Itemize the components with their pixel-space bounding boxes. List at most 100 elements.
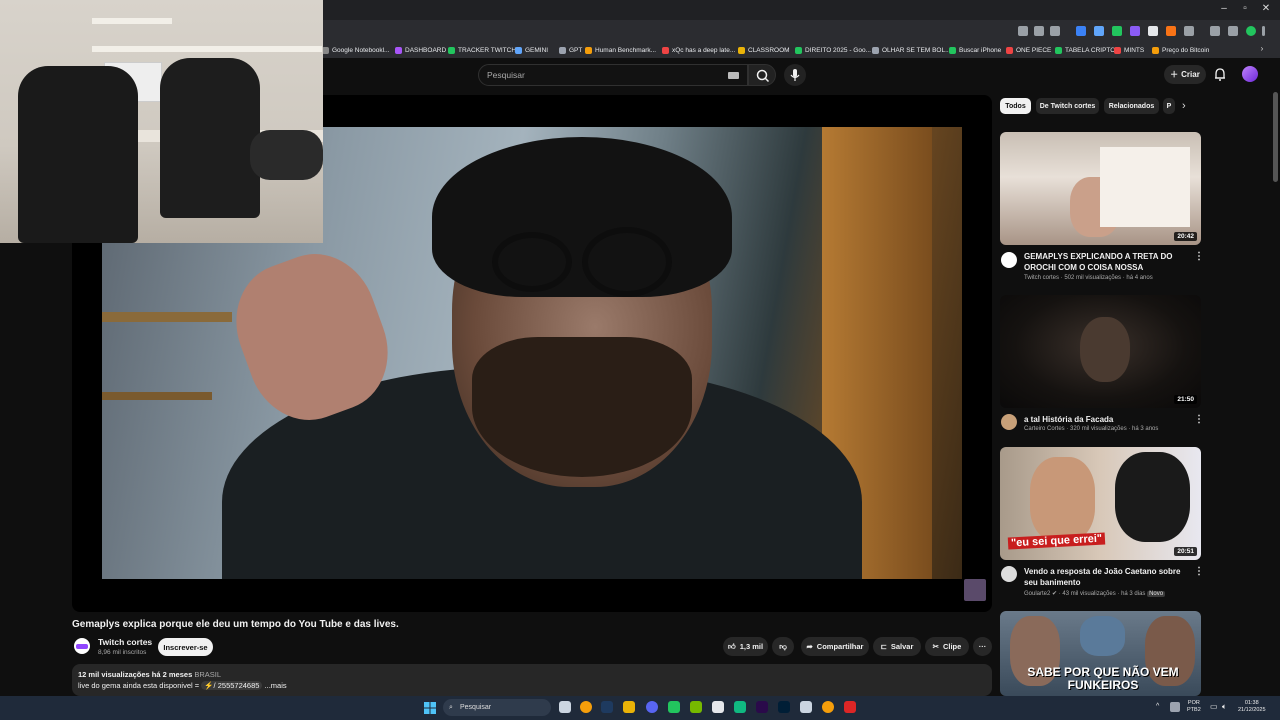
extension-icon[interactable] (1112, 26, 1122, 36)
bookmark-item[interactable]: TRACKER TWITCH (448, 44, 516, 56)
search-button[interactable] (748, 64, 776, 86)
bookmark-item[interactable]: ONE PIECE (1006, 44, 1051, 56)
related-channel-avatar[interactable] (1001, 252, 1017, 268)
thumbnail-caption: SABE POR QUE NÃO VEM FUNKEIROS (1027, 665, 1179, 692)
tray-chevron-icon[interactable]: ^ (1156, 703, 1159, 710)
more-vert-icon[interactable]: ⋮ (1194, 251, 1204, 262)
bookmark-item[interactable]: Preço do Bitcoin (1152, 44, 1209, 56)
related-title[interactable]: a tal História da Facada (1024, 414, 1189, 425)
description-link[interactable]: ⚡/ 2555724685 (201, 681, 263, 690)
premiere-icon[interactable] (756, 701, 768, 713)
more-vert-icon[interactable]: ⋮ (1194, 566, 1204, 577)
related-title[interactable]: GEMAPLYS EXPLICANDO A TRETA DO OROCHI CO… (1024, 251, 1189, 273)
taskbar-search[interactable]: ⌕ Pesquisar (443, 699, 551, 716)
minimize-icon[interactable]: – (1214, 3, 1234, 14)
bookmark-item[interactable]: GEMINI (515, 44, 548, 56)
related-thumbnail[interactable]: "eu sei que errei" 20:51 (1000, 447, 1201, 560)
extension-icon[interactable] (1148, 26, 1158, 36)
eye-off-icon[interactable] (1034, 26, 1044, 36)
search-input[interactable]: Pesquisar (478, 64, 748, 86)
extension-icon[interactable] (1130, 26, 1140, 36)
create-button[interactable]: ＋ Criar (1164, 65, 1206, 84)
channel-watermark[interactable] (964, 579, 986, 601)
star-icon[interactable] (1050, 26, 1060, 36)
share-button[interactable]: ➦ Compartilhar (801, 637, 869, 656)
notifications-bell-icon[interactable] (1213, 67, 1227, 81)
chevron-right-icon[interactable]: › (1182, 100, 1186, 112)
chrome-icon[interactable] (580, 701, 592, 713)
bookmark-label: DIREITO 2025 - Goo... (805, 46, 871, 54)
windows-taskbar (0, 696, 1280, 720)
taskbar-search-label: Pesquisar (460, 704, 492, 711)
bookmark-item[interactable]: xQc has a deep late... (662, 44, 735, 56)
bookmark-favicon-icon (795, 46, 802, 54)
bookmark-item[interactable]: CLASSROOM (738, 44, 790, 56)
puzzle-icon[interactable] (1184, 26, 1194, 36)
dislike-button[interactable]: 👎︎ (772, 637, 794, 656)
language-indicator[interactable]: POR PTB2 (1187, 700, 1201, 714)
app-icon[interactable] (668, 701, 680, 713)
keyboard-icon[interactable] (728, 72, 739, 79)
clock[interactable]: 01:38 21/12/2025 (1238, 700, 1266, 714)
steam-icon[interactable] (601, 701, 613, 713)
bookmark-item[interactable]: OLHAR SE TEM BOL... (872, 44, 951, 56)
like-button[interactable]: 👍︎ 1,3 mil (723, 637, 768, 656)
volume-icon[interactable]: 🔈︎ (1222, 703, 1227, 711)
tray-app-icon[interactable] (1170, 702, 1180, 712)
more-vert-icon[interactable]: ⋮ (1194, 414, 1204, 425)
download-icon[interactable] (1210, 26, 1220, 36)
extension-icon[interactable] (1094, 26, 1104, 36)
app-icon[interactable] (712, 701, 724, 713)
app-icon[interactable] (734, 701, 746, 713)
chip-all[interactable]: Todos (1000, 98, 1031, 114)
chevron-right-icon[interactable]: › (1252, 44, 1272, 53)
clip-button[interactable]: ✂ Clipe (925, 637, 969, 656)
related-title[interactable]: Vendo a resposta de João Caetano sobre s… (1024, 566, 1189, 588)
cast-icon[interactable] (1018, 26, 1028, 36)
nvidia-icon[interactable] (690, 701, 702, 713)
windows-start-icon[interactable] (424, 702, 436, 714)
show-more-link[interactable]: ...mais (265, 681, 287, 690)
bookmark-item[interactable]: GPT (559, 44, 582, 56)
account-avatar[interactable] (1242, 66, 1258, 82)
bookmark-item[interactable]: DIREITO 2025 - Goo... (795, 44, 871, 56)
more-actions-button[interactable]: ··· (973, 637, 992, 656)
file-explorer-icon[interactable] (623, 701, 635, 713)
related-channel-avatar[interactable] (1001, 414, 1017, 430)
related-channel-avatar[interactable] (1001, 566, 1017, 582)
photoshop-icon[interactable] (778, 701, 790, 713)
bookmark-item[interactable]: DASHBOARD (395, 44, 446, 56)
bookmark-item[interactable]: Buscar iPhone (949, 44, 1001, 56)
task-view-icon[interactable] (559, 701, 571, 713)
save-button[interactable]: ⊏ Salvar (873, 637, 921, 656)
network-icon[interactable]: ▭ (1210, 703, 1218, 711)
bookmark-item[interactable]: MINTS (1114, 44, 1144, 56)
maximize-icon[interactable]: ▫ (1235, 3, 1255, 14)
description-box[interactable] (72, 664, 992, 696)
translate-icon[interactable] (1228, 26, 1238, 36)
menu-dots-icon[interactable] (1262, 26, 1265, 36)
extension-icon[interactable] (1166, 26, 1176, 36)
app-icon[interactable] (822, 701, 834, 713)
country-tag[interactable]: BRASIL (194, 670, 221, 679)
acrobat-icon[interactable] (844, 701, 856, 713)
chip-partial[interactable]: P (1163, 98, 1175, 114)
chip-related[interactable]: Relacionados (1104, 98, 1159, 114)
extension-icon[interactable] (1076, 26, 1086, 36)
bookmark-item[interactable]: Google Notebookl... (322, 44, 389, 56)
chip-from-channel[interactable]: De Twitch cortes (1036, 98, 1099, 114)
page-scrollbar[interactable] (1273, 92, 1278, 182)
bookmark-item[interactable]: Human Benchmark... (585, 44, 656, 56)
profile-icon[interactable] (1246, 26, 1256, 36)
related-thumbnail[interactable]: SABE POR QUE NÃO VEM FUNKEIROS (1000, 611, 1201, 696)
voice-search-button[interactable] (784, 64, 806, 86)
app-icon[interactable] (800, 701, 812, 713)
channel-name[interactable]: Twitch cortes (98, 637, 152, 647)
related-thumbnail[interactable]: 21:50 (1000, 295, 1201, 408)
related-thumbnail[interactable]: 20:42 (1000, 132, 1201, 245)
subscribe-button[interactable]: Inscrever-se (158, 638, 213, 656)
channel-avatar[interactable] (74, 638, 90, 654)
discord-icon[interactable] (646, 701, 658, 713)
close-icon[interactable]: ✕ (1256, 3, 1276, 14)
bookmark-item[interactable]: TABELA CRIPTO (1055, 44, 1115, 56)
